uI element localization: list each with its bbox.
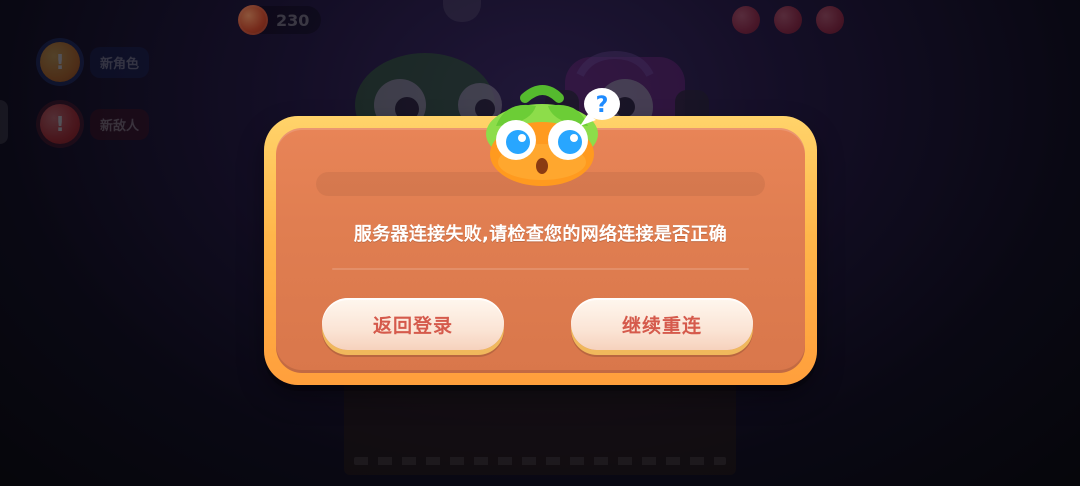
- alert-badge-icon: !: [40, 104, 80, 144]
- profile-badge-icon: [443, 0, 481, 22]
- connection-error-dialog: 服务器连接失败,请检查您的网络连接是否正确 返回登录 继续重连 ?: [264, 85, 817, 385]
- side-menu-item-new-character: ! 新角色: [40, 42, 156, 82]
- info-badge-icon: !: [40, 42, 80, 82]
- menu-icon: [816, 6, 844, 34]
- hud-icon-2: [774, 6, 802, 34]
- back-to-login-label: 返回登录: [372, 314, 453, 337]
- side-menu-item-new-enemy: ! 新敌人: [40, 104, 156, 144]
- retry-connection-label: 继续重连: [621, 314, 702, 337]
- side-menu-item-label: 新敌人: [90, 108, 150, 140]
- top-right-icons: [732, 6, 844, 34]
- retry-connection-button[interactable]: 继续重连: [571, 298, 753, 350]
- dialog-divider: [332, 268, 749, 270]
- coin-icon: [238, 5, 268, 35]
- coin-value: 230: [276, 10, 310, 30]
- coin-counter: 230: [238, 5, 322, 35]
- dialog-panel: 服务器连接失败,请检查您的网络连接是否正确 返回登录 继续重连: [276, 128, 805, 373]
- side-menu-item-label: 新角色: [90, 46, 150, 78]
- hud-icon-1: [732, 6, 760, 34]
- error-message: 服务器连接失败,请检查您的网络连接是否正确: [353, 224, 728, 245]
- back-to-login-button[interactable]: 返回登录: [322, 298, 504, 350]
- game-screen: 230 ! 新角色 ! 新敌人 服务器连接失败,请检查您的网络连接是否正确 返回…: [0, 0, 1080, 486]
- left-edge-tab: [0, 100, 8, 144]
